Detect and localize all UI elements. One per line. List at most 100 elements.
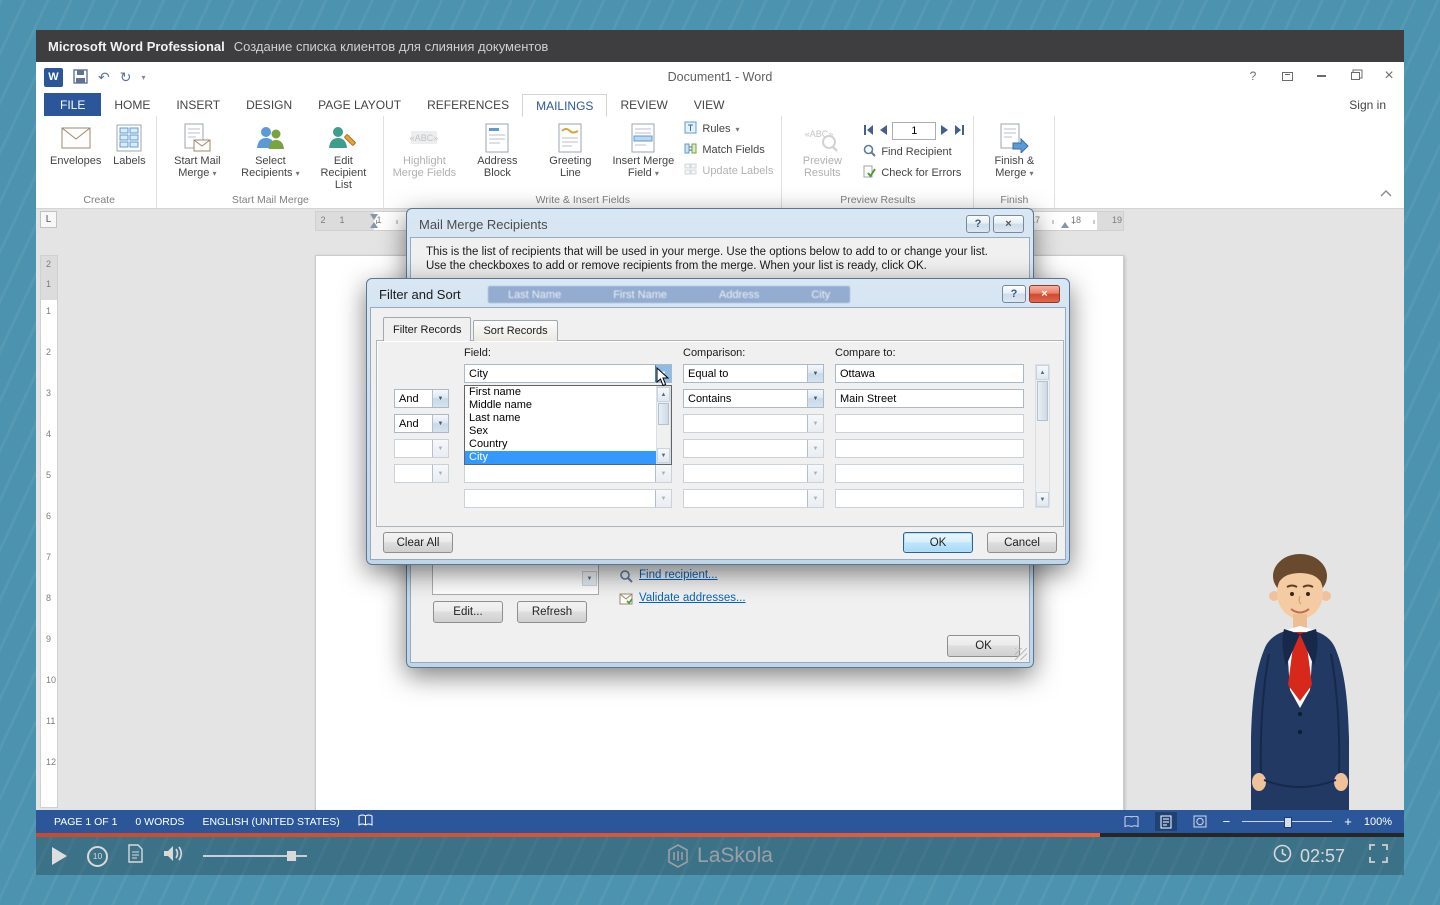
tab-sort-records[interactable]: Sort Records — [473, 320, 557, 341]
tab-insert[interactable]: INSERT — [163, 93, 233, 116]
tab-mailings[interactable]: MAILINGS — [522, 94, 607, 117]
hanging-indent-marker[interactable] — [370, 222, 378, 228]
ribbon-display-options-button[interactable] — [1278, 67, 1296, 85]
comparison-combobox-row2[interactable]: Contains — [683, 389, 824, 408]
tab-references[interactable]: REFERENCES — [414, 93, 522, 116]
tab-file[interactable]: FILE — [44, 93, 101, 116]
help-button[interactable]: ? — [1244, 67, 1262, 85]
tab-home[interactable]: HOME — [101, 93, 163, 116]
select-recipients-button[interactable]: Select Recipients ▾ — [234, 117, 306, 193]
close-button[interactable]: × — [1380, 67, 1398, 85]
tab-filter-records[interactable]: Filter Records — [383, 317, 471, 341]
tab-selector[interactable]: L — [40, 211, 57, 228]
restore-button[interactable] — [1346, 67, 1364, 85]
address-block-button[interactable]: Address Block — [461, 117, 533, 193]
last-record-button[interactable] — [954, 122, 965, 140]
compare-to-input-row2[interactable] — [835, 389, 1024, 408]
listbox-scroll-down-icon[interactable]: ▼ — [582, 571, 597, 586]
scroll-down-icon[interactable] — [657, 448, 670, 463]
labels-button[interactable]: Labels — [106, 117, 152, 193]
tab-review[interactable]: REVIEW — [607, 93, 680, 116]
zoom-slider-thumb[interactable] — [1284, 817, 1292, 828]
dropdown-option[interactable]: Last name — [465, 412, 671, 425]
rules-button[interactable]: Rules ▾ — [680, 120, 777, 138]
find-recipient-link[interactable]: Find recipient... — [639, 569, 718, 581]
dropdown-option[interactable]: Country — [465, 438, 671, 451]
volume-slider-thumb[interactable] — [287, 851, 296, 861]
first-record-button[interactable] — [863, 122, 874, 140]
dropdown-option[interactable]: Sex — [465, 425, 671, 438]
sign-in-link[interactable]: Sign in — [1349, 98, 1386, 112]
match-fields-button[interactable]: Match Fields — [680, 141, 777, 159]
edit-recipient-list-button[interactable]: Edit Recipient List — [307, 117, 379, 193]
dialog-close-button[interactable]: × — [993, 215, 1024, 233]
print-layout-button[interactable] — [1155, 812, 1177, 831]
proofing-icon[interactable] — [358, 814, 373, 830]
scroll-down-icon[interactable] — [1036, 492, 1049, 507]
tab-view[interactable]: VIEW — [681, 93, 738, 116]
zoom-slider[interactable] — [1242, 815, 1332, 829]
comparison-combobox-row1[interactable]: Equal to — [683, 364, 824, 383]
zoom-out-button[interactable]: − — [1223, 815, 1231, 828]
data-source-listbox[interactable]: ▼ — [432, 561, 599, 595]
next-record-button[interactable] — [941, 122, 949, 140]
start-mail-merge-button[interactable]: Start Mail Merge ▾ — [161, 117, 233, 193]
filter-cancel-button[interactable]: Cancel — [987, 532, 1057, 553]
volume-icon[interactable] — [163, 845, 183, 867]
dropdown-scrollbar[interactable] — [656, 386, 671, 464]
read-mode-button[interactable] — [1121, 812, 1143, 831]
rewind-10-button[interactable]: 10 — [87, 846, 108, 867]
filter-ok-button[interactable]: OK — [903, 532, 973, 553]
right-indent-marker[interactable] — [1061, 222, 1069, 228]
combo-arrow-icon[interactable] — [807, 390, 823, 407]
dropdown-option-selected[interactable]: City — [465, 451, 671, 464]
field-dropdown-list[interactable]: First name Middle name Last name Sex Cou… — [464, 385, 672, 465]
field-combobox-row1[interactable]: City — [464, 364, 672, 383]
dropdown-option[interactable]: First name — [465, 386, 671, 399]
scroll-up-icon[interactable] — [657, 387, 670, 402]
record-number-input[interactable] — [892, 122, 936, 140]
filter-dialog-titlebar[interactable]: Filter and Sort Last Name First Name Add… — [370, 282, 1066, 307]
insert-merge-field-button[interactable]: Insert Merge Field ▾ — [607, 117, 679, 193]
validate-addresses-link[interactable]: Validate addresses... — [639, 592, 746, 604]
refresh-button[interactable]: Refresh — [517, 601, 587, 623]
play-button[interactable] — [52, 847, 67, 865]
clear-all-button[interactable]: Clear All — [383, 532, 453, 553]
dialog-help-button[interactable]: ? — [1002, 285, 1026, 303]
word-count[interactable]: 0 WORDS — [135, 816, 184, 828]
tab-page-layout[interactable]: PAGE LAYOUT — [305, 93, 414, 116]
greeting-line-button[interactable]: Greeting Line — [534, 117, 606, 193]
previous-record-button[interactable] — [879, 122, 887, 140]
language-indicator[interactable]: ENGLISH (UNITED STATES) — [202, 816, 339, 828]
filter-rows-scrollbar[interactable] — [1035, 364, 1050, 508]
recipients-dialog-titlebar[interactable]: Mail Merge Recipients ? × — [410, 212, 1030, 237]
resize-grip[interactable] — [1015, 648, 1027, 660]
scroll-up-icon[interactable] — [1036, 365, 1049, 380]
finish-merge-button[interactable]: Finish & Merge ▾ — [978, 117, 1050, 193]
tab-design[interactable]: DESIGN — [233, 93, 305, 116]
dialog-help-button[interactable]: ? — [966, 215, 990, 233]
first-line-indent-marker[interactable] — [370, 214, 378, 220]
zoom-percentage[interactable]: 100% — [1364, 816, 1392, 828]
edit-data-source-button[interactable]: Edit... — [433, 601, 503, 623]
recipients-ok-button[interactable]: OK — [947, 635, 1020, 657]
web-layout-button[interactable] — [1189, 812, 1211, 831]
zoom-in-button[interactable]: + — [1344, 815, 1352, 828]
dialog-close-button[interactable]: × — [1029, 285, 1060, 303]
compare-to-input-row1[interactable] — [835, 364, 1024, 383]
page-indicator[interactable]: PAGE 1 OF 1 — [54, 816, 117, 828]
dropdown-option[interactable]: Middle name — [465, 399, 671, 412]
collapse-ribbon-button[interactable] — [1380, 184, 1392, 202]
conjunction-combobox-row2[interactable]: And — [394, 389, 449, 408]
check-for-errors-button[interactable]: Check for Errors — [859, 164, 969, 182]
combo-arrow-icon[interactable] — [807, 365, 823, 382]
find-recipient-button[interactable]: Find Recipient — [859, 143, 969, 161]
fullscreen-button[interactable] — [1369, 844, 1388, 868]
vertical-ruler[interactable]: 21 123456789101112 — [40, 255, 58, 808]
lesson-notes-icon[interactable] — [128, 844, 143, 868]
combo-arrow-icon[interactable] — [432, 415, 448, 432]
envelopes-button[interactable]: Envelopes — [46, 117, 105, 193]
conjunction-combobox-row3[interactable]: And — [394, 414, 449, 433]
minimize-button[interactable] — [1312, 67, 1330, 85]
volume-slider[interactable] — [203, 850, 307, 862]
